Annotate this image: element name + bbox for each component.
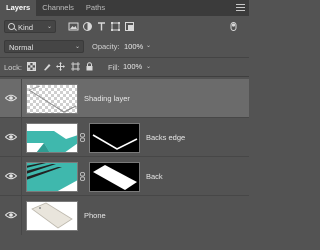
- chevron-down-icon: ⌄: [46, 24, 52, 30]
- layer-row-shading[interactable]: Shading layer: [0, 79, 249, 118]
- lock-transparent-pixels-icon[interactable]: [27, 62, 36, 71]
- divider: [21, 79, 22, 118]
- adjustment-filter-icon[interactable]: [82, 21, 93, 32]
- opacity-label: Opacity:: [92, 42, 120, 51]
- eye-icon[interactable]: [5, 94, 17, 102]
- layer-thumbnail[interactable]: [26, 162, 78, 192]
- layer-thumbnail[interactable]: [26, 84, 78, 114]
- layers-panel: Layers Channels Paths Kind ⌄ Normal ⌄ Op…: [0, 0, 249, 250]
- lock-artboard-icon[interactable]: [71, 62, 80, 71]
- fill-label: Fill:: [108, 63, 120, 72]
- type-filter-icon[interactable]: [96, 21, 107, 32]
- tab-channels[interactable]: Channels: [36, 0, 80, 16]
- fill-field[interactable]: 100%: [123, 61, 143, 73]
- opacity-field[interactable]: 100%: [124, 40, 144, 53]
- divider: [0, 57, 249, 58]
- panel-menu-icon[interactable]: [236, 4, 245, 12]
- layer-name[interactable]: Back: [146, 172, 163, 181]
- layer-name[interactable]: Backs edge: [146, 133, 185, 142]
- lock-all-icon[interactable]: [85, 62, 94, 71]
- layer-row-phone[interactable]: Phone: [0, 196, 249, 235]
- layer-row-backs-edge[interactable]: Backs edge: [0, 118, 249, 157]
- divider: [21, 118, 22, 157]
- layer-filter-row: Kind ⌄: [4, 20, 245, 34]
- search-icon: [8, 23, 15, 30]
- layer-row-back[interactable]: Back: [0, 157, 249, 196]
- blend-mode-value: Normal: [9, 43, 34, 52]
- opacity-chevron-icon[interactable]: ⌄: [146, 42, 151, 49]
- eye-icon[interactable]: [5, 172, 17, 180]
- eye-icon[interactable]: [5, 211, 17, 219]
- layer-name[interactable]: Phone: [84, 211, 106, 220]
- layer-thumbnail[interactable]: [26, 201, 78, 231]
- filter-toggle-icon[interactable]: [228, 21, 239, 32]
- eye-icon[interactable]: [5, 133, 17, 141]
- layer-mask-thumbnail[interactable]: [89, 123, 140, 153]
- layer-thumbnail[interactable]: [26, 123, 78, 153]
- tab-paths[interactable]: Paths: [80, 0, 111, 16]
- link-icon[interactable]: [80, 172, 85, 181]
- layer-mask-thumbnail[interactable]: [89, 162, 140, 192]
- divider: [21, 157, 22, 196]
- chevron-down-icon: ⌄: [74, 44, 80, 50]
- divider: [21, 196, 22, 235]
- panel-tab-bar: Layers Channels Paths: [0, 0, 249, 16]
- fill-chevron-icon[interactable]: ⌄: [146, 63, 151, 70]
- blend-mode-select[interactable]: Normal ⌄: [4, 40, 84, 53]
- shape-filter-icon[interactable]: [110, 21, 121, 32]
- layer-name[interactable]: Shading layer: [84, 94, 130, 103]
- kind-filter-select[interactable]: Kind ⌄: [4, 20, 56, 33]
- image-filter-icon[interactable]: [68, 21, 79, 32]
- tab-layers[interactable]: Layers: [0, 0, 37, 16]
- lock-label: Lock:: [4, 63, 22, 72]
- link-icon[interactable]: [80, 133, 85, 142]
- smart-object-filter-icon[interactable]: [124, 21, 135, 32]
- kind-filter-label: Kind: [18, 23, 34, 32]
- divider: [0, 76, 249, 77]
- lock-position-icon[interactable]: [56, 62, 65, 71]
- lock-image-pixels-icon[interactable]: [43, 62, 52, 71]
